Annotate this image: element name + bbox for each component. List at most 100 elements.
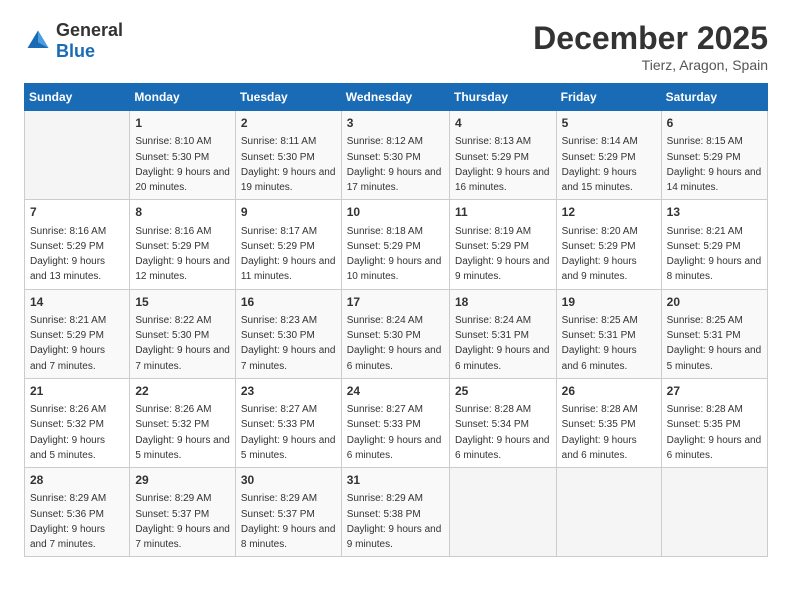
day-info: Sunrise: 8:13 AMSunset: 5:29 PMDaylight:… <box>455 136 550 193</box>
day-number: 15 <box>135 294 230 311</box>
day-info: Sunrise: 8:29 AMSunset: 5:37 PMDaylight:… <box>241 493 336 550</box>
day-number: 14 <box>30 294 124 311</box>
day-info: Sunrise: 8:23 AMSunset: 5:30 PMDaylight:… <box>241 315 336 372</box>
calendar-cell <box>661 468 767 557</box>
day-number: 9 <box>241 204 336 221</box>
calendar-cell: 11 Sunrise: 8:19 AMSunset: 5:29 PMDayligh… <box>449 200 556 289</box>
day-info: Sunrise: 8:27 AMSunset: 5:33 PMDaylight:… <box>241 404 336 461</box>
day-info: Sunrise: 8:14 AMSunset: 5:29 PMDaylight:… <box>562 136 638 193</box>
day-number: 8 <box>135 204 230 221</box>
calendar-cell: 22 Sunrise: 8:26 AMSunset: 5:32 PMDayligh… <box>130 378 236 467</box>
calendar-cell: 1 Sunrise: 8:10 AMSunset: 5:30 PMDaylight… <box>130 111 236 200</box>
day-number: 25 <box>455 383 551 400</box>
calendar-cell: 31Sunrise: 8:29 AMSunset: 5:38 PMDayligh… <box>341 468 449 557</box>
day-info: Sunrise: 8:24 AMSunset: 5:30 PMDaylight:… <box>347 315 442 372</box>
calendar-cell: 19Sunrise: 8:25 AMSunset: 5:31 PMDayligh… <box>556 289 661 378</box>
calendar-cell: 16 Sunrise: 8:23 AMSunset: 5:30 PMDayligh… <box>235 289 341 378</box>
calendar-cell: 18 Sunrise: 8:24 AMSunset: 5:31 PMDayligh… <box>449 289 556 378</box>
day-number: 6 <box>667 115 762 132</box>
day-number: 3 <box>347 115 444 132</box>
calendar-cell: 23 Sunrise: 8:27 AMSunset: 5:33 PMDayligh… <box>235 378 341 467</box>
calendar-cell: 24 Sunrise: 8:27 AMSunset: 5:33 PMDayligh… <box>341 378 449 467</box>
day-number: 12 <box>562 204 656 221</box>
day-info: Sunrise: 8:25 AMSunset: 5:31 PMDaylight:… <box>667 315 762 372</box>
title-block: December 2025 Tierz, Aragon, Spain <box>533 20 768 73</box>
day-number: 24 <box>347 383 444 400</box>
weekday-header: Tuesday <box>235 84 341 111</box>
day-info: Sunrise: 8:15 AMSunset: 5:29 PMDaylight:… <box>667 136 762 193</box>
calendar-cell: 10 Sunrise: 8:18 AMSunset: 5:29 PMDayligh… <box>341 200 449 289</box>
calendar-cell: 25 Sunrise: 8:28 AMSunset: 5:34 PMDayligh… <box>449 378 556 467</box>
day-number: 21 <box>30 383 124 400</box>
day-info: Sunrise: 8:10 AMSunset: 5:30 PMDaylight:… <box>135 136 230 193</box>
day-number: 29 <box>135 472 230 489</box>
calendar-cell: 28 Sunrise: 8:29 AMSunset: 5:36 PMDayligh… <box>25 468 130 557</box>
calendar-cell: 7Sunrise: 8:16 AMSunset: 5:29 PMDaylight… <box>25 200 130 289</box>
logo: General Blue <box>24 20 123 62</box>
calendar-week-row: 21 Sunrise: 8:26 AMSunset: 5:32 PMDayligh… <box>25 378 768 467</box>
location-title: Tierz, Aragon, Spain <box>533 57 768 73</box>
day-number: 27 <box>667 383 762 400</box>
calendar-cell: 3 Sunrise: 8:12 AMSunset: 5:30 PMDaylight… <box>341 111 449 200</box>
calendar-cell: 4 Sunrise: 8:13 AMSunset: 5:29 PMDaylight… <box>449 111 556 200</box>
calendar-cell: 27 Sunrise: 8:28 AMSunset: 5:35 PMDayligh… <box>661 378 767 467</box>
day-number: 22 <box>135 383 230 400</box>
day-info: Sunrise: 8:29 AMSunset: 5:38 PMDaylight:… <box>347 493 442 550</box>
day-info: Sunrise: 8:21 AMSunset: 5:29 PMDaylight:… <box>667 226 762 283</box>
day-info: Sunrise: 8:29 AMSunset: 5:36 PMDaylight:… <box>30 493 106 550</box>
day-info: Sunrise: 8:12 AMSunset: 5:30 PMDaylight:… <box>347 136 442 193</box>
logo-blue: Blue <box>56 41 95 61</box>
day-info: Sunrise: 8:25 AMSunset: 5:31 PMDaylight:… <box>562 315 638 372</box>
day-info: Sunrise: 8:28 AMSunset: 5:34 PMDaylight:… <box>455 404 550 461</box>
day-number: 1 <box>135 115 230 132</box>
weekday-header: Friday <box>556 84 661 111</box>
weekday-header: Saturday <box>661 84 767 111</box>
day-info: Sunrise: 8:26 AMSunset: 5:32 PMDaylight:… <box>30 404 106 461</box>
weekday-header: Sunday <box>25 84 130 111</box>
day-info: Sunrise: 8:24 AMSunset: 5:31 PMDaylight:… <box>455 315 550 372</box>
day-number: 10 <box>347 204 444 221</box>
calendar-cell: 30 Sunrise: 8:29 AMSunset: 5:37 PMDayligh… <box>235 468 341 557</box>
day-info: Sunrise: 8:18 AMSunset: 5:29 PMDaylight:… <box>347 226 442 283</box>
day-info: Sunrise: 8:28 AMSunset: 5:35 PMDaylight:… <box>667 404 762 461</box>
day-number: 4 <box>455 115 551 132</box>
day-number: 23 <box>241 383 336 400</box>
calendar-cell: 21 Sunrise: 8:26 AMSunset: 5:32 PMDayligh… <box>25 378 130 467</box>
calendar-cell: 9 Sunrise: 8:17 AMSunset: 5:29 PMDaylight… <box>235 200 341 289</box>
day-info: Sunrise: 8:26 AMSunset: 5:32 PMDaylight:… <box>135 404 230 461</box>
calendar-cell: 15Sunrise: 8:22 AMSunset: 5:30 PMDayligh… <box>130 289 236 378</box>
calendar-cell: 5 Sunrise: 8:14 AMSunset: 5:29 PMDaylight… <box>556 111 661 200</box>
calendar-cell: 17 Sunrise: 8:24 AMSunset: 5:30 PMDayligh… <box>341 289 449 378</box>
calendar-week-row: 14Sunrise: 8:21 AMSunset: 5:29 PMDayligh… <box>25 289 768 378</box>
day-number: 5 <box>562 115 656 132</box>
calendar-table: SundayMondayTuesdayWednesdayThursdayFrid… <box>24 83 768 557</box>
calendar-cell: 12 Sunrise: 8:20 AMSunset: 5:29 PMDayligh… <box>556 200 661 289</box>
calendar-cell: 13Sunrise: 8:21 AMSunset: 5:29 PMDayligh… <box>661 200 767 289</box>
weekday-header: Monday <box>130 84 236 111</box>
day-info: Sunrise: 8:20 AMSunset: 5:29 PMDaylight:… <box>562 226 638 283</box>
day-number: 11 <box>455 204 551 221</box>
calendar-cell <box>449 468 556 557</box>
logo-general: General <box>56 20 123 40</box>
day-number: 26 <box>562 383 656 400</box>
day-number: 16 <box>241 294 336 311</box>
day-number: 18 <box>455 294 551 311</box>
day-info: Sunrise: 8:17 AMSunset: 5:29 PMDaylight:… <box>241 226 336 283</box>
calendar-cell: 8Sunrise: 8:16 AMSunset: 5:29 PMDaylight… <box>130 200 236 289</box>
day-number: 30 <box>241 472 336 489</box>
page-header: General Blue December 2025 Tierz, Aragon… <box>24 20 768 73</box>
day-number: 28 <box>30 472 124 489</box>
calendar-cell <box>556 468 661 557</box>
weekday-header: Thursday <box>449 84 556 111</box>
day-number: 2 <box>241 115 336 132</box>
day-info: Sunrise: 8:16 AMSunset: 5:29 PMDaylight:… <box>30 226 106 283</box>
day-info: Sunrise: 8:28 AMSunset: 5:35 PMDaylight:… <box>562 404 638 461</box>
logo-icon <box>24 27 52 55</box>
day-info: Sunrise: 8:19 AMSunset: 5:29 PMDaylight:… <box>455 226 550 283</box>
calendar-cell: 29Sunrise: 8:29 AMSunset: 5:37 PMDayligh… <box>130 468 236 557</box>
day-info: Sunrise: 8:27 AMSunset: 5:33 PMDaylight:… <box>347 404 442 461</box>
day-number: 17 <box>347 294 444 311</box>
calendar-cell <box>25 111 130 200</box>
day-number: 20 <box>667 294 762 311</box>
calendar-cell: 20 Sunrise: 8:25 AMSunset: 5:31 PMDayligh… <box>661 289 767 378</box>
